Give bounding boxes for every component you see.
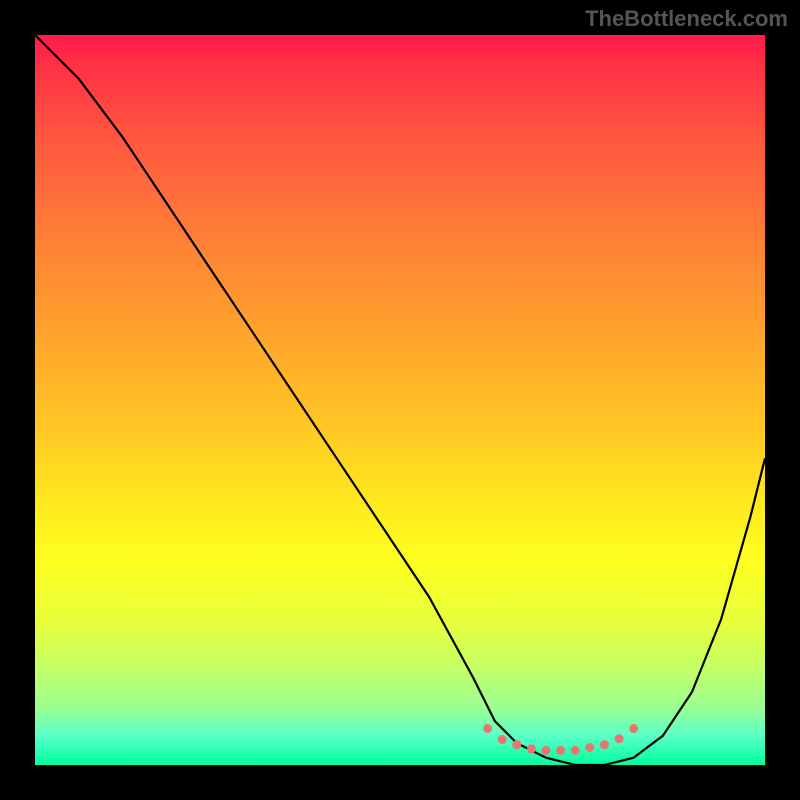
plot-area bbox=[35, 35, 765, 765]
marker-dot bbox=[615, 734, 624, 743]
bottleneck-curve bbox=[35, 35, 765, 765]
marker-dot bbox=[542, 746, 551, 755]
marker-dot bbox=[512, 740, 521, 749]
marker-dot bbox=[600, 740, 609, 749]
marker-dot bbox=[571, 746, 580, 755]
minimum-marker-dots bbox=[483, 724, 638, 755]
marker-dot bbox=[585, 743, 594, 752]
marker-dot bbox=[498, 735, 507, 744]
curve-svg bbox=[35, 35, 765, 765]
marker-dot bbox=[629, 724, 638, 733]
watermark-text: TheBottleneck.com bbox=[585, 6, 788, 32]
marker-dot bbox=[556, 746, 565, 755]
marker-dot bbox=[483, 724, 492, 733]
marker-dot bbox=[527, 744, 536, 753]
